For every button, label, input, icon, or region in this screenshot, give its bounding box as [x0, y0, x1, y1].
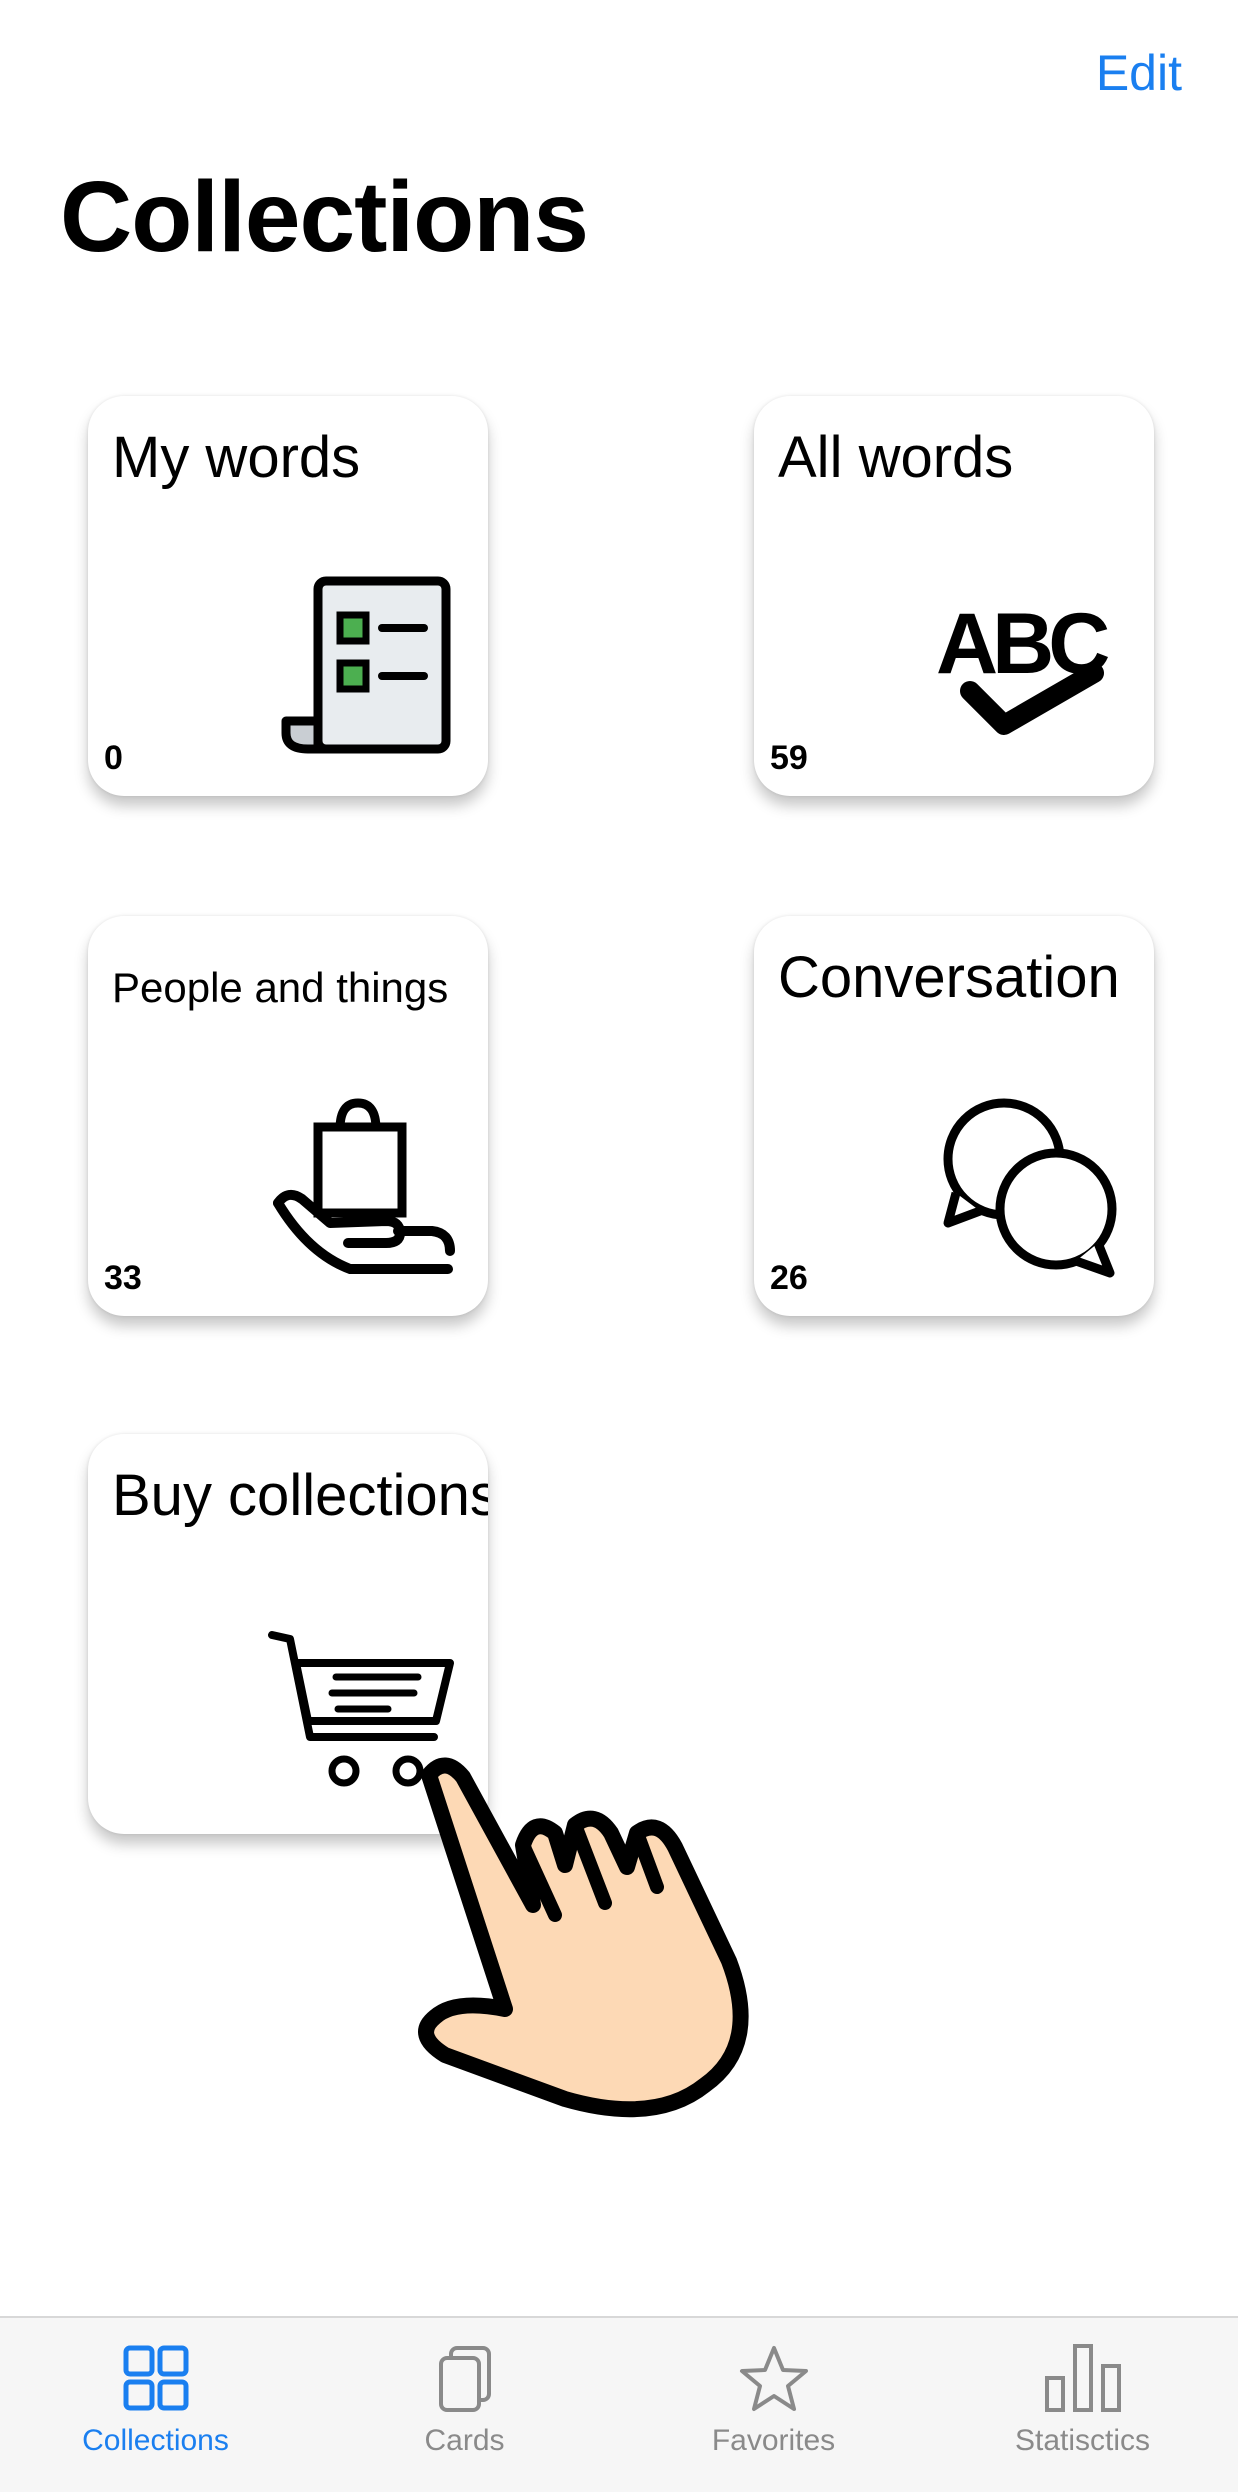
- tab-label: Statisctics: [1014, 2424, 1151, 2457]
- collection-count: 26: [770, 1259, 808, 1297]
- grid-icon: [122, 2340, 190, 2416]
- tab-cards[interactable]: Cards: [310, 2318, 619, 2492]
- tab-label: Cards: [424, 2424, 505, 2457]
- collection-card-my-words[interactable]: My words 0: [88, 396, 488, 796]
- collection-card-conversation[interactable]: Conversation 26: [754, 916, 1154, 1316]
- collection-count: 33: [104, 1259, 142, 1297]
- bar-chart-icon: [1043, 2340, 1123, 2416]
- collection-count: 0: [104, 739, 123, 777]
- tab-bar: Collections Cards Favorites Statisctics: [0, 2316, 1238, 2492]
- hand-bag-icon: [268, 1093, 458, 1288]
- pointing-hand-icon: [405, 1755, 765, 2140]
- collection-card-people-and-things[interactable]: People and things 33: [88, 916, 488, 1316]
- collection-title: Buy collections: [112, 1463, 488, 1528]
- cards-icon: [435, 2340, 495, 2416]
- abc-check-icon: ABC: [934, 593, 1124, 768]
- collection-title: People and things: [112, 964, 449, 1011]
- tab-statistics[interactable]: Statisctics: [928, 2318, 1237, 2492]
- tab-label: Favorites: [711, 2424, 836, 2457]
- document-checklist-icon: [278, 573, 458, 768]
- star-icon: [739, 2340, 809, 2416]
- collection-card-all-words[interactable]: All words 59 ABC: [754, 396, 1154, 796]
- collection-title: All words: [778, 425, 1014, 490]
- collection-title: My words: [112, 425, 361, 490]
- tab-collections[interactable]: Collections: [1, 2318, 310, 2492]
- tab-favorites[interactable]: Favorites: [619, 2318, 928, 2492]
- collection-title: Conversation: [778, 945, 1120, 1010]
- tab-label: Collections: [82, 2424, 229, 2457]
- speech-bubbles-icon: [934, 1093, 1124, 1288]
- collection-count: 59: [770, 739, 808, 777]
